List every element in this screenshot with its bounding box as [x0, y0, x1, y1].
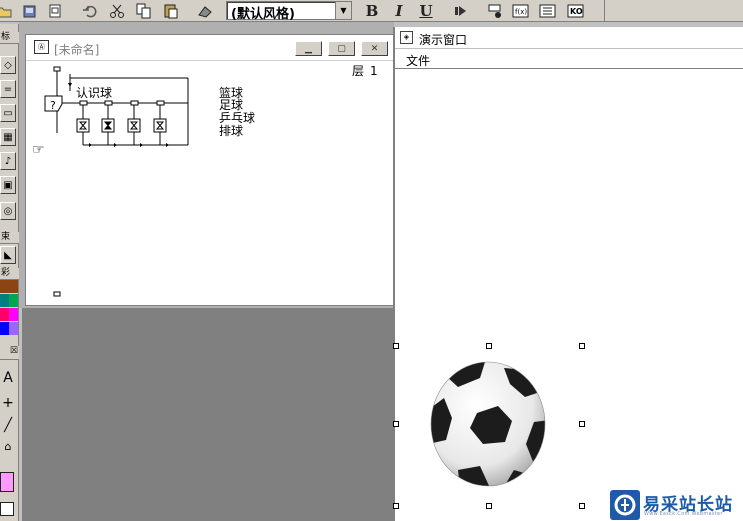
style-select[interactable]: (默认风格) ▼	[226, 1, 352, 22]
response-label-volleyball: 排球	[219, 124, 244, 138]
response-label-football: 足球	[219, 98, 244, 112]
selection-handle[interactable]	[486, 503, 492, 509]
line-tool-icon[interactable]: ╱	[0, 416, 16, 434]
presentation-menu-bar: 文件	[395, 49, 743, 69]
flowline-window: Ⓐ [未命名] ▁ ▢ ✕ 层1 ? ☞ 认识球 篮球 足球 乒乓球 排球	[25, 34, 395, 306]
color-swatch[interactable]	[9, 308, 18, 321]
flowline-title: [未命名]	[54, 43, 100, 57]
menu-file[interactable]: 文件	[406, 52, 430, 69]
find-icon[interactable]	[195, 1, 215, 20]
movie-icon[interactable]: ▦	[0, 128, 16, 146]
variables-icon[interactable]	[538, 1, 558, 20]
selection-handle[interactable]	[486, 343, 492, 349]
watermark: 易采站长站 Www.Easck.Com Webmaster	[608, 489, 743, 521]
palette-caption-color: 彩	[0, 268, 19, 280]
fill-color-swatch[interactable]	[0, 472, 14, 492]
decision-icon[interactable]: ◇	[0, 56, 16, 74]
color-swatch[interactable]	[9, 280, 18, 293]
selection-handle[interactable]	[393, 421, 399, 427]
watermark-logo	[610, 490, 640, 520]
polygon-tool-icon[interactable]: ⌂	[0, 437, 16, 455]
maximize-button[interactable]: ▢	[328, 41, 355, 56]
bold-button[interactable]: B	[362, 1, 382, 20]
toolbar-divider	[604, 0, 605, 22]
copy-doc-icon[interactable]	[45, 1, 65, 20]
color-swatch[interactable]	[9, 322, 18, 335]
presentation-window: ◈ 演示窗口 文件	[393, 27, 743, 521]
map-icon[interactable]: ◎	[0, 202, 16, 220]
palette-caption-end: 束	[0, 232, 19, 244]
open-icon[interactable]	[0, 1, 14, 20]
color-swatch[interactable]	[9, 294, 18, 307]
undo-icon[interactable]	[80, 1, 100, 20]
close-button[interactable]: ✕	[361, 41, 388, 56]
italic-button[interactable]: I	[389, 1, 409, 20]
main-toolbar: (默认风格) ▼ B I U f(x) KO	[0, 0, 743, 22]
svg-text:f(x): f(x)	[515, 8, 527, 16]
video-icon[interactable]: ▣	[0, 176, 16, 194]
color-swatch[interactable]	[0, 322, 9, 335]
control-panel-icon[interactable]	[485, 1, 505, 20]
cut-icon[interactable]	[107, 1, 127, 20]
svg-text:☞: ☞	[32, 142, 45, 158]
selection-handle[interactable]	[579, 343, 585, 349]
selection-handle[interactable]	[579, 421, 585, 427]
soccer-ball-image[interactable]	[430, 360, 548, 488]
style-select-value: (默认风格)	[231, 7, 295, 22]
underline-button[interactable]: U	[416, 1, 436, 20]
digital-movie-icon[interactable]: ▭	[0, 104, 16, 122]
minimize-button[interactable]: ▁	[295, 41, 322, 56]
watermark-subtext: Www.Easck.Com Webmaster	[644, 511, 723, 517]
flowline-canvas[interactable]: ? ☞ 认识球 篮球 足球 乒乓球 排球	[26, 61, 394, 305]
run-icon[interactable]	[451, 1, 471, 20]
color-swatch[interactable]	[0, 308, 9, 321]
copy-icon[interactable]	[134, 1, 154, 20]
chevron-down-icon[interactable]: ▼	[335, 2, 351, 19]
text-tool-button[interactable]: A	[0, 369, 16, 387]
paste-icon[interactable]	[161, 1, 181, 20]
interaction-label: 认识球	[76, 86, 113, 100]
flowline-diagram: ? ☞	[32, 66, 189, 297]
flag-icon[interactable]: ◣	[0, 246, 16, 264]
svg-text:KO: KO	[570, 7, 583, 16]
sound-icon[interactable]: ♪	[0, 152, 16, 170]
color-swatch[interactable]	[0, 280, 9, 293]
close-icon[interactable]: ☒	[10, 346, 18, 356]
tools-caption: ☒	[0, 346, 19, 360]
presentation-title-bar[interactable]: ◈ 演示窗口	[395, 27, 743, 49]
selection-handle[interactable]	[393, 503, 399, 509]
functions-icon[interactable]: f(x)	[511, 1, 531, 20]
selection-handle[interactable]	[393, 343, 399, 349]
workspace-background	[22, 308, 394, 521]
calculation-icon[interactable]: =	[0, 80, 16, 98]
import-icon[interactable]	[20, 1, 40, 20]
presentation-title: 演示窗口	[419, 33, 468, 47]
flowline-window-icon: Ⓐ	[34, 40, 49, 54]
flowline-title-bar[interactable]: Ⓐ [未命名] ▁ ▢ ✕	[26, 35, 394, 61]
crosshair-icon[interactable]: +	[0, 394, 16, 412]
knowledge-objects-icon[interactable]: KO	[566, 1, 586, 20]
background-color-swatch[interactable]	[0, 502, 14, 516]
presentation-window-icon: ◈	[400, 31, 413, 44]
response-label-pingpong: 乒乓球	[219, 111, 256, 125]
color-swatch[interactable]	[0, 294, 9, 307]
selection-handle[interactable]	[579, 503, 585, 509]
palette-caption: 标	[0, 32, 19, 44]
svg-text:?: ?	[50, 99, 56, 112]
icon-palette: 标 ◇ = ▭ ▦ ♪ ▣ ◎ 束 ◣ 彩 ☒ A + ╱ ⌂	[0, 24, 19, 521]
